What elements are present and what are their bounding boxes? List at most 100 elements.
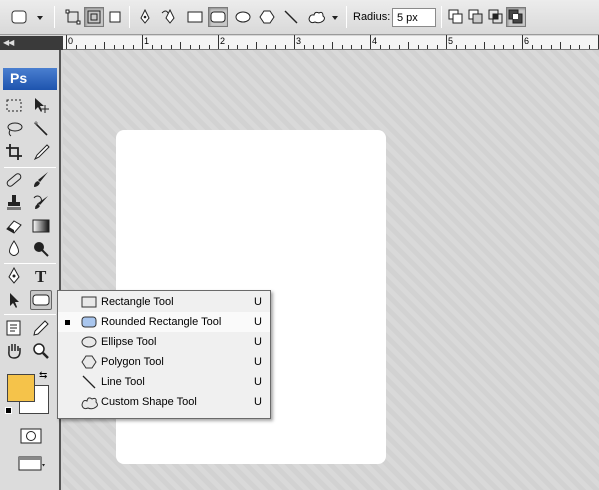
hand-icon <box>8 344 21 359</box>
separator <box>441 6 442 28</box>
path-selection-tool[interactable] <box>3 290 25 310</box>
ruler-label: 0 <box>68 36 74 46</box>
ruler-label: 3 <box>296 36 302 46</box>
ruler-tick <box>218 35 219 49</box>
ruler-tick <box>522 35 523 49</box>
lasso-tool[interactable] <box>3 119 25 139</box>
flyout-item-ellipse-tool[interactable]: Ellipse Tool U <box>58 332 270 352</box>
toolbox-separator <box>4 167 56 168</box>
clone-stamp-tool[interactable] <box>3 193 25 213</box>
brush-tool[interactable] <box>30 170 52 190</box>
subtract-from-shape-area-button[interactable] <box>466 7 486 27</box>
foreground-color-swatch[interactable] <box>7 374 35 402</box>
toolbox-separator <box>4 263 56 264</box>
line-shape-button[interactable] <box>281 7 301 27</box>
healing-brush-tool[interactable] <box>3 170 25 190</box>
flyout-item-label: Polygon Tool <box>101 356 164 368</box>
marquee-tool[interactable] <box>3 96 25 116</box>
paths-button[interactable] <box>84 7 104 27</box>
ruler-label: 4 <box>372 36 378 46</box>
intersect-shape-areas-button[interactable] <box>486 7 506 27</box>
collapse-arrows-icon[interactable]: ◀◀ <box>3 38 14 47</box>
ruler-tick <box>503 45 504 49</box>
radius-input[interactable] <box>392 8 436 27</box>
magic-wand-tool[interactable] <box>30 119 52 139</box>
shape-layers-button[interactable] <box>63 7 83 27</box>
toolbox-header[interactable]: ◀◀ <box>0 36 63 50</box>
gradient-tool[interactable] <box>30 216 52 236</box>
blur-tool[interactable] <box>3 239 25 259</box>
ruler-tick <box>113 45 115 49</box>
rounded-rectangle-preset-icon <box>11 10 43 24</box>
polygon-shape-button[interactable] <box>257 7 277 27</box>
separator <box>129 6 130 28</box>
ruler-tick <box>360 45 362 49</box>
ruler-tick <box>341 45 343 49</box>
ruler-tick <box>294 35 295 49</box>
eyedropper-tool[interactable] <box>30 318 52 338</box>
toolbox: Ps T ⇆ <box>0 50 61 490</box>
ruler-tick <box>85 45 86 49</box>
ruler-tick <box>322 45 324 49</box>
horizontal-ruler: 0 1 2 3 4 5 6 <box>63 35 599 50</box>
exclude-overlapping-areas-button[interactable] <box>506 7 526 27</box>
ruler-tick <box>180 42 181 49</box>
add-to-shape-area-button[interactable] <box>446 7 466 27</box>
slice-tool[interactable] <box>30 142 52 162</box>
add-area-icon <box>448 9 463 24</box>
swap-colors-icon[interactable]: ⇆ <box>39 370 47 381</box>
history-brush-icon <box>33 195 48 209</box>
flyout-item-custom-shape-tool[interactable]: Custom Shape Tool U <box>58 392 270 412</box>
pen-tool[interactable] <box>3 266 25 286</box>
hand-tool[interactable] <box>3 341 25 361</box>
crop-tool[interactable] <box>3 142 25 162</box>
quick-mask-mode-button[interactable] <box>18 426 44 446</box>
ruler-tick <box>569 45 571 49</box>
fill-pixels-button[interactable] <box>105 7 125 27</box>
ruler-tick <box>351 45 352 49</box>
rectangle-icon <box>187 11 203 23</box>
history-brush-tool[interactable] <box>30 193 52 213</box>
notes-tool[interactable] <box>3 318 25 338</box>
move-tool[interactable] <box>30 96 52 116</box>
custom-shape-button[interactable] <box>305 7 341 27</box>
flyout-item-rectangle-tool[interactable]: Rectangle Tool U <box>58 292 270 312</box>
screen-mode-button[interactable] <box>16 453 46 473</box>
rounded-rectangle-tool[interactable] <box>30 290 52 310</box>
ruler-tick <box>256 42 257 49</box>
exclude-area-icon <box>508 9 523 24</box>
rounded-rectangle-icon <box>210 11 226 23</box>
freeform-pen-button[interactable] <box>160 7 180 27</box>
eraser-tool[interactable] <box>3 216 25 236</box>
type-icon: T <box>35 267 47 285</box>
options-bar: Radius: <box>0 0 599 35</box>
dodge-icon <box>34 242 49 257</box>
pen-icon <box>140 9 150 24</box>
ruler-tick <box>265 45 267 49</box>
pen-tool-button[interactable] <box>135 7 155 27</box>
type-tool[interactable]: T <box>30 266 52 286</box>
flyout-item-rounded-rectangle-tool[interactable]: Rounded Rectangle Tool U <box>58 312 270 332</box>
rounded-rectangle-shape-button[interactable] <box>208 7 228 27</box>
zoom-tool[interactable] <box>30 341 52 361</box>
dodge-tool[interactable] <box>30 239 52 259</box>
ruler-tick <box>75 45 77 49</box>
lasso-icon <box>7 122 23 137</box>
brush-icon <box>34 172 48 187</box>
ruler-tick <box>588 45 590 49</box>
rectangle-shape-button[interactable] <box>185 7 205 27</box>
paths-icon <box>87 10 101 24</box>
ellipse-shape-button[interactable] <box>233 7 253 27</box>
ruler-tick <box>237 45 238 49</box>
slice-icon <box>33 144 50 161</box>
flyout-item-line-tool[interactable]: Line Tool U <box>58 372 270 392</box>
default-colors-icon[interactable] <box>5 407 12 414</box>
flyout-item-shortcut: U <box>254 336 262 348</box>
photoshop-logo[interactable]: Ps <box>3 68 57 90</box>
polygon-icon <box>259 10 275 24</box>
flyout-item-polygon-tool[interactable]: Polygon Tool U <box>58 352 270 372</box>
ruler-tick <box>474 45 476 49</box>
ellipse-icon <box>80 334 98 350</box>
tool-preset-picker[interactable] <box>8 7 46 27</box>
ruler-tick <box>446 35 447 49</box>
